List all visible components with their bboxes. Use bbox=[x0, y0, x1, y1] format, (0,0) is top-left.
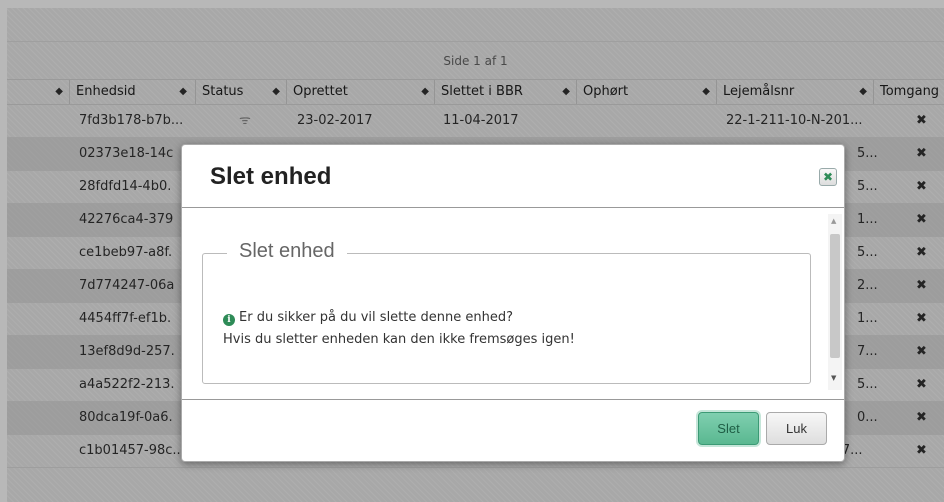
info-icon: i bbox=[223, 314, 235, 326]
confirm-fieldset: Slet enhed i Er du sikker på du vil slett… bbox=[202, 240, 811, 384]
close-button[interactable]: Luk bbox=[766, 412, 827, 445]
scroll-down-icon[interactable]: ▼ bbox=[831, 374, 836, 382]
close-icon[interactable]: ✖ bbox=[819, 168, 837, 186]
warning-message: Hvis du sletter enheden kan den ikke fre… bbox=[223, 332, 575, 347]
dialog-scrollbar[interactable]: ▲ ▼ bbox=[828, 214, 842, 390]
divider bbox=[182, 399, 844, 400]
delete-button[interactable]: Slet bbox=[698, 412, 759, 445]
delete-unit-dialog: Slet enhed ✖ Slet enhed i Er du sikker på… bbox=[181, 144, 845, 462]
page: Side 1 af 1 ◆ Enhedsid ◆ Status ◆ Oprett… bbox=[0, 0, 944, 502]
fieldset-legend: Slet enhed bbox=[227, 240, 347, 263]
confirm-message: i Er du sikker på du vil slette denne enh… bbox=[223, 310, 513, 326]
scrollbar-thumb[interactable] bbox=[830, 234, 840, 358]
scroll-up-icon[interactable]: ▲ bbox=[831, 217, 836, 225]
confirm-question: Er du sikker på du vil slette denne enhe… bbox=[239, 310, 513, 325]
dialog-body[interactable]: Slet enhed i Er du sikker på du vil slett… bbox=[182, 208, 844, 397]
dialog-title: Slet enhed bbox=[210, 163, 332, 190]
